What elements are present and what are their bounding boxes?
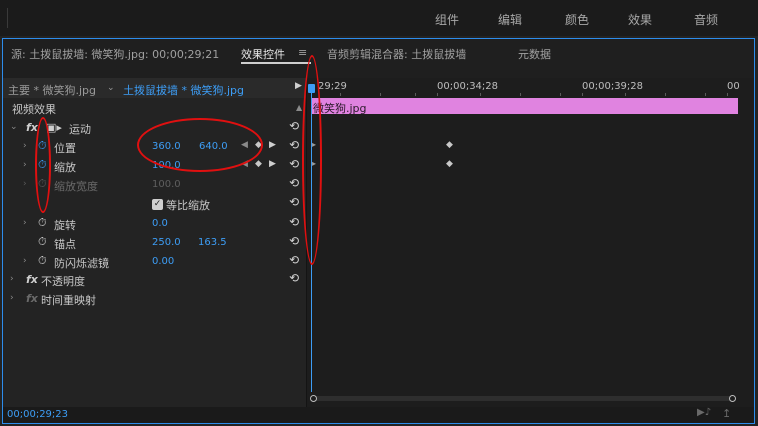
- rotation-value[interactable]: 0.0: [152, 218, 168, 229]
- play-clip-icon[interactable]: ▶: [295, 81, 302, 91]
- scroll-handle-right[interactable]: [729, 395, 736, 402]
- ruler-tick: [705, 93, 706, 96]
- reset-rotation-icon[interactable]: ⟲: [289, 215, 299, 229]
- reset-position-icon[interactable]: ⟲: [289, 138, 299, 152]
- annotation-ellipse-stopwatches: [35, 117, 51, 213]
- scale-width-label: 缩放宽度: [54, 180, 98, 193]
- opacity-label: 不透明度: [41, 275, 85, 288]
- expand-opacity-chevron-icon[interactable]: ›: [10, 274, 14, 284]
- anchor-label: 锚点: [54, 238, 76, 251]
- ruler-tick: [727, 93, 728, 96]
- uniform-scale-checkbox[interactable]: ✓: [152, 199, 163, 210]
- reset-anchor-icon[interactable]: ⟲: [289, 234, 299, 248]
- add-keyframe-icon[interactable]: ◆: [255, 159, 262, 169]
- stopwatch-icon[interactable]: ⏱: [38, 254, 47, 268]
- anchor-x-value[interactable]: 250.0: [152, 237, 181, 248]
- ruler-tick: [625, 93, 626, 96]
- ruler-tick: [520, 93, 521, 96]
- chevron-down-icon[interactable]: ⌄: [107, 83, 115, 93]
- fx-icon[interactable]: fx: [26, 292, 38, 305]
- expand-scale-chevron-icon[interactable]: ›: [23, 160, 27, 170]
- play-audio-icon[interactable]: ▶♪: [697, 407, 711, 418]
- workspace-tab-assembly[interactable]: 组件: [435, 11, 459, 28]
- ruler-time-label: 29;29: [318, 81, 347, 92]
- expand-time-remap-chevron-icon[interactable]: ›: [10, 293, 14, 303]
- anti-flicker-value[interactable]: 0.00: [152, 256, 174, 267]
- time-remap-label: 时间重映射: [41, 294, 96, 307]
- reset-opacity-icon[interactable]: ⟲: [289, 271, 299, 285]
- video-effects-heading: 视频效果: [12, 103, 56, 116]
- stopwatch-icon[interactable]: ⏱: [38, 235, 47, 249]
- expand-scale-width-chevron-icon: ›: [23, 179, 27, 189]
- scale-label: 缩放: [54, 161, 76, 174]
- panel-menu-icon[interactable]: ≡: [298, 46, 307, 59]
- reset-scale-width-icon[interactable]: ⟲: [289, 176, 299, 190]
- anchor-y-value[interactable]: 163.5: [198, 237, 227, 248]
- ruler-tick: [415, 93, 416, 96]
- motion-label: 运动: [69, 123, 91, 136]
- ruler-time-label: 00;00;34;28: [437, 81, 499, 92]
- position-label: 位置: [54, 142, 76, 155]
- ruler-tick: [340, 93, 341, 96]
- workspace-tab-color[interactable]: 颜色: [565, 11, 589, 28]
- ruler-tick: [480, 93, 481, 96]
- uniform-scale-label: 等比缩放: [166, 199, 210, 212]
- current-time-display[interactable]: 00;00;29;23: [7, 409, 68, 420]
- collapse-motion-chevron-icon[interactable]: ⌄: [10, 122, 18, 132]
- tab-audio-clip-mixer[interactable]: 音频剪辑混合器: 土拨鼠拔墙: [327, 46, 466, 62]
- clip-bar[interactable]: [312, 98, 738, 114]
- next-keyframe-icon[interactable]: ▶: [269, 140, 276, 150]
- timeline-zoom-scrollbar[interactable]: [312, 396, 736, 401]
- workspace-tab-effects[interactable]: 效果: [628, 11, 652, 28]
- sequence-clip-label[interactable]: 土拨鼠拔墙 * 微笑狗.jpg: [123, 82, 244, 98]
- expand-anti-flicker-chevron-icon[interactable]: ›: [23, 256, 27, 266]
- ruler-time-label: 00: [727, 81, 740, 92]
- anti-flicker-label: 防闪烁滤镜: [54, 257, 109, 270]
- export-icon[interactable]: ↥: [722, 407, 731, 420]
- reset-anti-flicker-icon[interactable]: ⟲: [289, 253, 299, 267]
- workspace-divider: [7, 8, 8, 28]
- scroll-up-icon[interactable]: ▲: [296, 103, 302, 112]
- ruler-tick: [437, 93, 438, 96]
- fx-icon[interactable]: fx: [26, 273, 38, 286]
- ruler-time-label: 00;00;39;28: [582, 81, 644, 92]
- ruler-tick: [380, 93, 381, 96]
- scroll-handle-left[interactable]: [310, 395, 317, 402]
- tab-metadata[interactable]: 元数据: [518, 46, 551, 62]
- stopwatch-icon[interactable]: ⏱: [38, 216, 47, 230]
- next-keyframe-icon[interactable]: ▶: [269, 159, 276, 169]
- workspace-tab-audio[interactable]: 音频: [694, 11, 718, 28]
- tab-effect-controls[interactable]: 效果控件: [241, 46, 285, 62]
- ruler-tick: [665, 93, 666, 96]
- rotation-label: 旋转: [54, 219, 76, 232]
- reset-motion-icon[interactable]: ⟲: [289, 119, 299, 133]
- time-ruler[interactable]: [309, 78, 754, 96]
- reset-uniform-scale-icon[interactable]: ⟲: [289, 195, 299, 209]
- ruler-tick: [560, 93, 561, 96]
- keyframe-timeline-pane: [307, 78, 754, 407]
- scale-width-value: 100.0: [152, 179, 181, 190]
- status-bar: [3, 407, 754, 423]
- master-clip-label[interactable]: 主要 * 微笑狗.jpg: [8, 82, 96, 98]
- ruler-tick: [582, 93, 583, 96]
- active-tab-indicator: [241, 62, 311, 64]
- workspace-tab-editing[interactable]: 编辑: [498, 11, 522, 28]
- reset-scale-icon[interactable]: ⟲: [289, 157, 299, 171]
- expand-position-chevron-icon[interactable]: ›: [23, 141, 27, 151]
- tab-source[interactable]: 源: 土拨鼠拔墙: 微笑狗.jpg: 00;00;29;21: [11, 46, 219, 62]
- keyframe-diamond-icon[interactable]: ◆: [446, 159, 453, 169]
- annotation-ellipse-values: [137, 118, 263, 172]
- annotation-ellipse-playhead: [302, 55, 322, 265]
- keyframe-diamond-icon[interactable]: ◆: [446, 140, 453, 150]
- expand-rotation-chevron-icon[interactable]: ›: [23, 218, 27, 228]
